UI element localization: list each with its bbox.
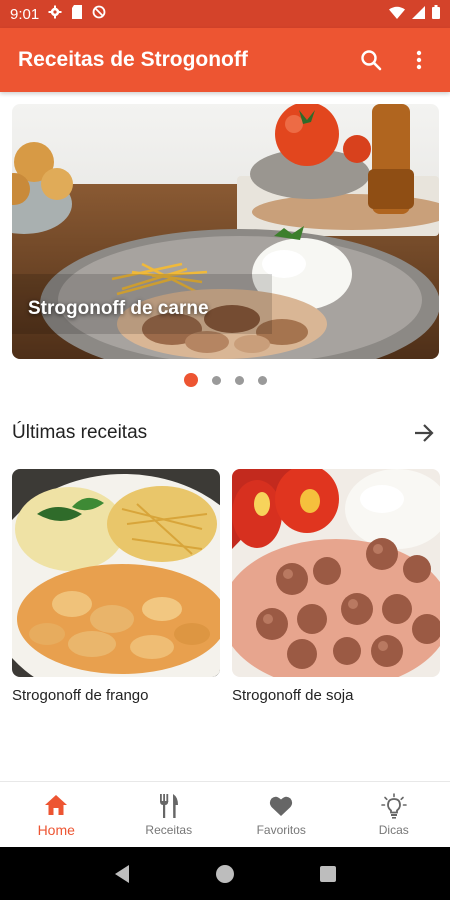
no-tracking-icon bbox=[92, 5, 106, 23]
nav-label: Home bbox=[37, 821, 75, 838]
status-bar: 9:01 bbox=[0, 0, 450, 28]
hero-carousel-slide[interactable]: Strogonoff de carne bbox=[12, 104, 439, 359]
recipe-card-label: Strogonoff de soja bbox=[232, 687, 354, 704]
recipe-card-frango[interactable]: Strogonoff de frango bbox=[12, 469, 220, 704]
home-icon bbox=[43, 792, 69, 818]
carousel-dot[interactable] bbox=[257, 375, 267, 385]
latest-recipes-header: Últimas receitas bbox=[12, 418, 438, 448]
heart-icon bbox=[268, 793, 294, 819]
gear-icon bbox=[48, 5, 62, 23]
section-title: Últimas receitas bbox=[12, 422, 148, 443]
status-time: 9:01 bbox=[10, 5, 40, 23]
carousel-dot-active[interactable] bbox=[183, 373, 198, 387]
fork-knife-icon bbox=[156, 793, 182, 819]
recents-icon[interactable] bbox=[313, 859, 343, 889]
recipe-card-soja[interactable]: Strogonoff de soja bbox=[232, 469, 440, 704]
nav-receitas[interactable]: Receitas bbox=[113, 782, 226, 847]
nav-label: Dicas bbox=[378, 822, 409, 837]
battery-icon bbox=[432, 5, 440, 23]
more-vert-icon[interactable] bbox=[406, 47, 432, 73]
recipe-image bbox=[232, 469, 440, 677]
hero-caption: Strogonoff de carne bbox=[28, 298, 209, 319]
sd-card-icon bbox=[71, 5, 83, 23]
recipe-card-label: Strogonoff de frango bbox=[12, 687, 149, 704]
recipe-image bbox=[12, 469, 220, 677]
nav-dicas[interactable]: Dicas bbox=[338, 782, 450, 847]
carousel-dot[interactable] bbox=[211, 375, 221, 385]
nav-label: Favoritos bbox=[256, 822, 306, 837]
nav-favoritos[interactable]: Favoritos bbox=[225, 782, 338, 847]
nav-label: Receitas bbox=[145, 822, 193, 837]
carousel-indicator bbox=[0, 373, 450, 387]
lightbulb-icon bbox=[380, 792, 407, 819]
app-title: Receitas de Strogonoff bbox=[18, 48, 248, 71]
wifi-icon bbox=[389, 6, 405, 23]
carousel-dot[interactable] bbox=[234, 375, 244, 385]
arrow-right-icon[interactable] bbox=[410, 419, 438, 447]
back-icon[interactable] bbox=[107, 859, 137, 889]
hero-image bbox=[12, 104, 439, 359]
search-icon[interactable] bbox=[358, 47, 384, 73]
signal-icon bbox=[412, 5, 425, 23]
home-circle-icon[interactable] bbox=[210, 859, 240, 889]
bottom-navigation: Home Receitas Favoritos Dicas bbox=[0, 781, 450, 847]
system-navigation-bar bbox=[0, 847, 450, 900]
nav-home[interactable]: Home bbox=[0, 782, 113, 847]
app-bar: Receitas de Strogonoff bbox=[0, 28, 450, 92]
